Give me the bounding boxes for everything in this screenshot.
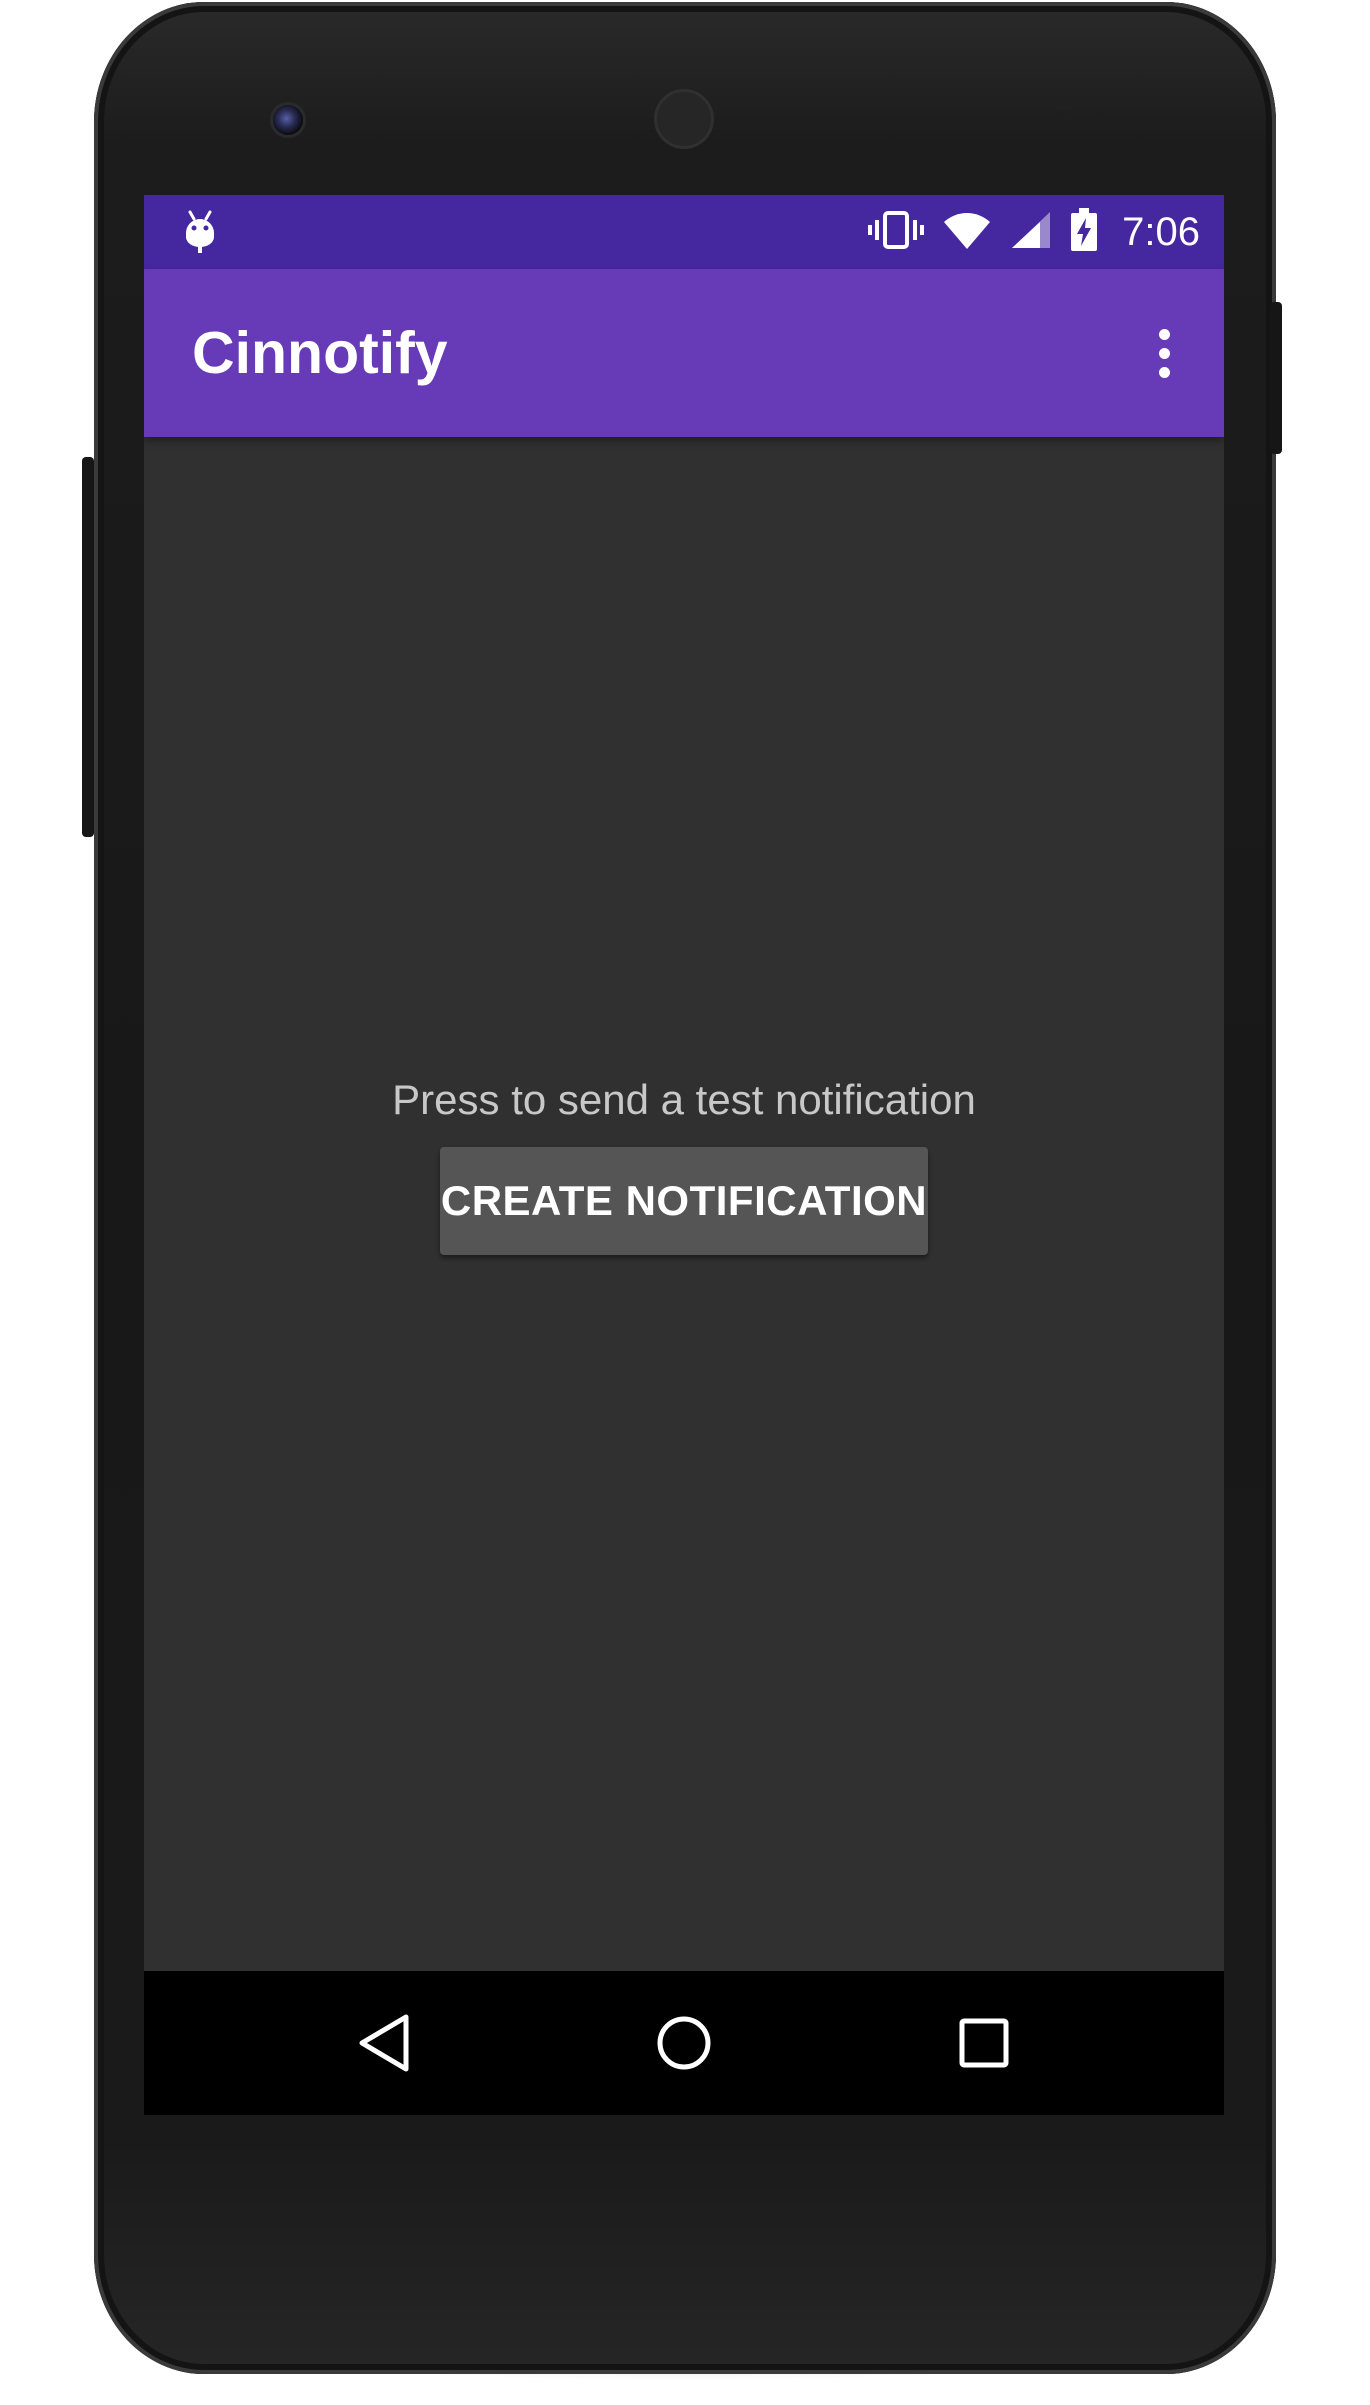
status-clock: 7:06 — [1122, 209, 1200, 254]
app-title: Cinnotify — [192, 320, 448, 386]
earpiece-speaker — [657, 92, 711, 146]
back-icon[interactable] — [334, 1993, 434, 2093]
proximity-sensor — [1054, 110, 1070, 126]
volume-button — [82, 457, 94, 837]
create-notification-button[interactable]: CREATE NOTIFICATION — [440, 1147, 928, 1255]
menu-dot — [1158, 366, 1170, 378]
menu-dot — [1158, 347, 1170, 359]
signal-icon — [1010, 210, 1052, 255]
vibrate-icon — [868, 210, 925, 255]
main-content: Press to send a test notification CREATE… — [144, 437, 1224, 1971]
screen: 7:06 Cinnotify Press to send a test noti… — [144, 195, 1224, 2115]
status-bar: 7:06 — [144, 195, 1224, 269]
front-camera — [273, 105, 303, 135]
wifi-icon — [942, 210, 992, 255]
battery-charging-icon — [1070, 207, 1098, 257]
recents-icon[interactable] — [934, 1993, 1034, 2093]
navigation-bar — [144, 1971, 1224, 2115]
status-icons: 7:06 — [868, 195, 1200, 269]
app-bar: Cinnotify — [144, 269, 1224, 437]
menu-dot — [1158, 328, 1170, 340]
light-sensor — [1092, 112, 1104, 124]
home-icon[interactable] — [634, 1993, 734, 2093]
prompt-text: Press to send a test notification — [392, 1076, 976, 1123]
android-debug-icon — [180, 209, 220, 255]
overflow-menu-icon[interactable] — [1134, 313, 1194, 393]
power-button — [1270, 302, 1282, 454]
